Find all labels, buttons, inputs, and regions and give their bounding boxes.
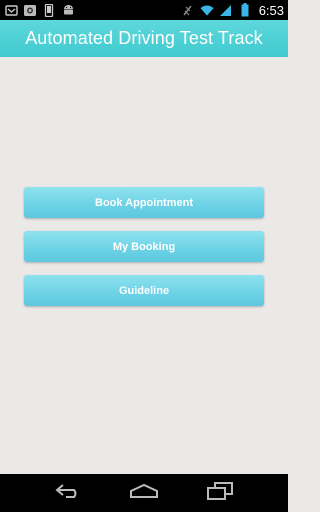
cellular-icon xyxy=(219,3,233,17)
book-appointment-button[interactable]: Book Appointment xyxy=(24,187,264,218)
home-icon xyxy=(129,483,159,504)
page-title: Automated Driving Test Track xyxy=(25,28,263,48)
back-button[interactable] xyxy=(48,479,88,507)
status-bar: 6:53 xyxy=(0,0,288,20)
notification-icon xyxy=(4,3,18,17)
battery-icon xyxy=(238,3,252,17)
home-button[interactable] xyxy=(124,479,164,507)
status-bar-clock: 6:53 xyxy=(258,2,284,18)
wifi-icon xyxy=(200,3,214,17)
android-icon xyxy=(61,3,75,17)
recent-apps-button[interactable] xyxy=(200,479,240,507)
back-icon xyxy=(54,483,82,504)
recent-apps-icon xyxy=(206,481,234,505)
my-booking-label: My Booking xyxy=(112,240,176,253)
app-header: Automated Driving Test Track xyxy=(0,20,288,57)
status-bar-right: 6:53 xyxy=(181,3,284,18)
guideline-label: Guideline xyxy=(118,284,170,297)
image-icon xyxy=(23,3,37,17)
phone-icon xyxy=(42,3,56,17)
my-booking-button[interactable]: My Booking xyxy=(24,231,264,262)
navigation-bar xyxy=(0,474,288,512)
book-appointment-label: Book Appointment xyxy=(95,196,193,209)
guideline-button[interactable]: Guideline xyxy=(24,275,264,306)
status-bar-left xyxy=(4,3,75,17)
signal-off-icon xyxy=(181,3,195,17)
